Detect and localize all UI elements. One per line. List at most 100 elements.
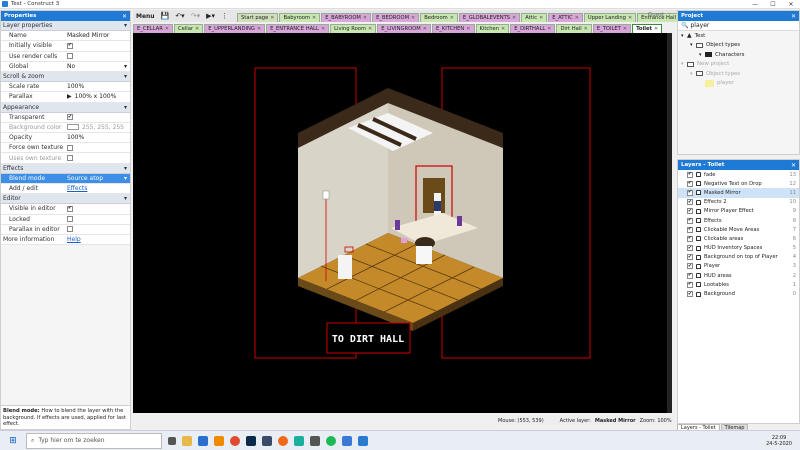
section-header[interactable]: Editor ▾ — [1, 194, 130, 205]
section-header[interactable]: Effects ▾ — [1, 163, 130, 174]
close-window-button[interactable]: ✕ — [782, 1, 800, 8]
visibility-checkbox[interactable]: ✔ — [687, 281, 693, 288]
layer-row[interactable]: ✔ Masked Mirror 11 — [678, 188, 799, 198]
mail-icon[interactable] — [198, 435, 208, 446]
tree-item[interactable]: ▾ New project — [678, 60, 799, 70]
property-row[interactable]: Blend mode Source atop ▾ — [1, 173, 130, 184]
layout-tab[interactable]: Cellar ✕ — [174, 24, 204, 33]
layer-row[interactable]: ✔ HUD areas 2 — [678, 271, 799, 280]
close-icon[interactable]: ✕ — [165, 26, 169, 32]
checkbox[interactable]: ✔ — [67, 205, 73, 212]
layout-tab[interactable]: E_ENTRANCE HALL ✕ — [266, 24, 330, 33]
property-row[interactable]: Locked — [1, 214, 130, 225]
close-icon[interactable]: ✕ — [363, 15, 367, 21]
minimize-button[interactable]: — — [746, 1, 764, 8]
collapse-icon[interactable]: ▾ — [124, 165, 127, 172]
visibility-checkbox[interactable]: ✔ — [687, 171, 693, 178]
visibility-checkbox[interactable]: ✔ — [687, 291, 693, 298]
photoshop-icon[interactable] — [246, 435, 256, 446]
lock-icon[interactable] — [696, 208, 701, 214]
close-icon[interactable]: ✕ — [368, 26, 372, 32]
close-icon[interactable]: ✕ — [411, 15, 415, 21]
canvas-scrollbar[interactable] — [667, 33, 672, 413]
close-icon[interactable]: ✕ — [654, 26, 658, 32]
lock-icon[interactable] — [696, 172, 701, 178]
layout-tab[interactable]: E_DIRTHALL ✕ — [510, 24, 556, 33]
more-vertical-icon[interactable]: ⋮ — [666, 12, 673, 20]
collapse-icon[interactable]: ▾ — [124, 22, 127, 29]
visibility-checkbox[interactable]: ✔ — [687, 217, 693, 224]
collapse-icon[interactable]: ▾ — [124, 73, 127, 80]
close-icon[interactable]: ✕ — [450, 15, 454, 21]
file-explorer-icon[interactable] — [182, 435, 192, 446]
play-icon[interactable]: ▶▾ — [206, 12, 215, 20]
spotify-icon[interactable] — [326, 435, 336, 446]
chrome-icon[interactable] — [230, 435, 240, 446]
layer-row[interactable]: ✔ fade 13 — [678, 170, 799, 179]
section-header[interactable]: Layer properties ▾ — [1, 21, 130, 32]
dropdown-arrow-icon[interactable]: ▾ — [124, 175, 127, 182]
lock-icon[interactable] — [696, 245, 701, 251]
close-icon[interactable]: ✕ — [321, 26, 325, 32]
layout-tab[interactable]: Living Room ✕ — [330, 24, 377, 33]
lock-icon[interactable] — [696, 254, 701, 260]
close-icon[interactable]: ✕ — [501, 26, 505, 32]
property-row[interactable]: Global No ▾ — [1, 61, 130, 72]
layout-tab[interactable]: Bedroom ✕ — [420, 13, 458, 22]
property-row[interactable]: Force own texture — [1, 143, 130, 154]
layer-row[interactable]: ✔ Clickable Move Areas 7 — [678, 225, 799, 234]
close-icon[interactable]: ✕ — [122, 13, 127, 20]
lock-icon[interactable] — [696, 181, 701, 187]
expand-arrow-icon[interactable]: ▶ — [67, 93, 72, 100]
vlc-icon[interactable] — [214, 435, 224, 446]
property-value[interactable]: Effects — [67, 185, 87, 192]
property-row[interactable]: More information Help — [1, 234, 130, 246]
visibility-checkbox[interactable]: ✔ — [687, 254, 693, 261]
visibility-checkbox[interactable]: ✔ — [687, 263, 693, 270]
dropdown-arrow-icon[interactable]: ▾ — [124, 63, 127, 70]
project-search[interactable]: 🔍 player — [678, 21, 799, 31]
app-icon-2[interactable] — [342, 435, 352, 446]
close-icon[interactable]: ✕ — [628, 15, 632, 21]
property-row[interactable]: Use render cells — [1, 51, 130, 62]
store-icon[interactable] — [262, 435, 272, 446]
layout-tab[interactable]: Attic ✕ — [521, 13, 548, 22]
layout-tab[interactable]: E_TOILET ✕ — [592, 24, 632, 33]
lock-icon[interactable] — [696, 190, 701, 196]
layout-tab[interactable]: E_CELLAR ✕ — [133, 24, 174, 33]
layout-canvas[interactable]: TO DIRT HALL — [133, 33, 672, 413]
lock-icon[interactable] — [696, 273, 701, 279]
layout-tab[interactable]: Start page ✕ — [237, 13, 279, 22]
taskbar-search-input[interactable]: Typ hier om te zoeken — [38, 437, 104, 444]
visibility-checkbox[interactable]: ✔ — [687, 235, 693, 242]
save-icon[interactable]: 💾 — [161, 12, 170, 20]
maximize-button[interactable]: ☐ — [764, 1, 782, 8]
visibility-checkbox[interactable]: ✔ — [687, 226, 693, 233]
layout-tab[interactable]: Upper Landing ✕ — [583, 13, 637, 22]
layer-row[interactable]: ✔ Effects 8 — [678, 216, 799, 225]
guest-label[interactable]: Guest — [648, 12, 664, 18]
layer-row[interactable]: ✔ Clickable areas 6 — [678, 234, 799, 243]
construct-taskbar-icon[interactable] — [358, 435, 368, 446]
close-icon[interactable]: ✕ — [257, 26, 261, 32]
close-icon[interactable]: ✕ — [312, 15, 316, 21]
lock-icon[interactable] — [696, 291, 701, 297]
tree-item[interactable]: ▾ Characters — [678, 50, 799, 60]
layout-tab[interactable]: E_BABYROOM ✕ — [321, 13, 372, 22]
media-icon[interactable] — [294, 435, 304, 446]
close-icon[interactable]: ✕ — [584, 26, 588, 32]
close-icon[interactable]: ✕ — [423, 26, 427, 32]
section-header[interactable]: Scroll & zoom ▾ — [1, 71, 130, 83]
layer-row[interactable]: ✔ Player 3 — [678, 262, 799, 271]
property-row[interactable]: Transparent ✔ — [1, 112, 130, 123]
undo-icon[interactable]: ↶▾ — [175, 12, 184, 20]
layer-row[interactable]: ✔ Mirror Player Effect 9 — [678, 207, 799, 216]
tree-item[interactable]: ▾ ▲ Test — [678, 31, 799, 41]
clock[interactable]: 22:09 24-5-2020 — [766, 435, 792, 447]
more-icon[interactable]: ⋮ — [221, 12, 228, 20]
checkbox[interactable]: ✔ — [67, 42, 73, 49]
property-row[interactable]: Add / edit Effects — [1, 184, 130, 195]
layer-row[interactable]: ✔ Background 0 — [678, 289, 799, 298]
project-search-input[interactable]: player — [690, 22, 709, 29]
lock-icon[interactable] — [696, 236, 701, 242]
